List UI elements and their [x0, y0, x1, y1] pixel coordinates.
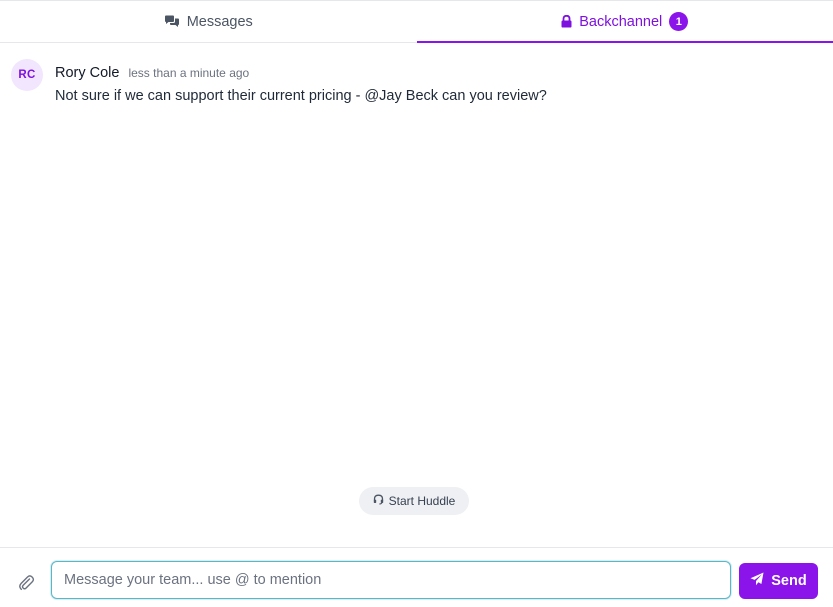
unread-badge: 1	[669, 12, 689, 31]
message-timestamp: less than a minute ago	[128, 66, 250, 80]
message-input[interactable]	[51, 561, 731, 599]
message-body: Rory Cole less than a minute ago Not sur…	[55, 59, 547, 104]
comments-icon	[164, 15, 180, 28]
tab-backchannel[interactable]: Backchannel 1	[416, 1, 833, 43]
tab-messages-label: Messages	[186, 13, 253, 30]
send-button[interactable]: Send	[739, 563, 818, 599]
send-label: Send	[771, 573, 807, 589]
start-huddle-label: Start Huddle	[388, 494, 456, 508]
tab-bar: Messages Backchannel 1	[0, 0, 833, 43]
start-huddle-button[interactable]: Start Huddle	[359, 487, 469, 515]
message-text: Not sure if we can support their current…	[55, 88, 547, 104]
tab-messages[interactable]: Messages	[0, 1, 417, 42]
tab-backchannel-label: Backchannel	[579, 13, 663, 30]
paperclip-icon[interactable]	[18, 574, 36, 592]
message-header: Rory Cole less than a minute ago	[55, 65, 547, 81]
message-composer: Send	[0, 547, 833, 607]
message-author: Rory Cole	[55, 65, 120, 81]
avatar: RC	[11, 59, 43, 91]
chat-panel: Messages Backchannel 1 RC Rory Cole less…	[0, 0, 833, 607]
message-item: RC Rory Cole less than a minute ago Not …	[11, 59, 547, 104]
lock-icon	[561, 15, 572, 28]
headset-icon	[373, 494, 384, 508]
paper-plane-icon	[750, 572, 764, 590]
